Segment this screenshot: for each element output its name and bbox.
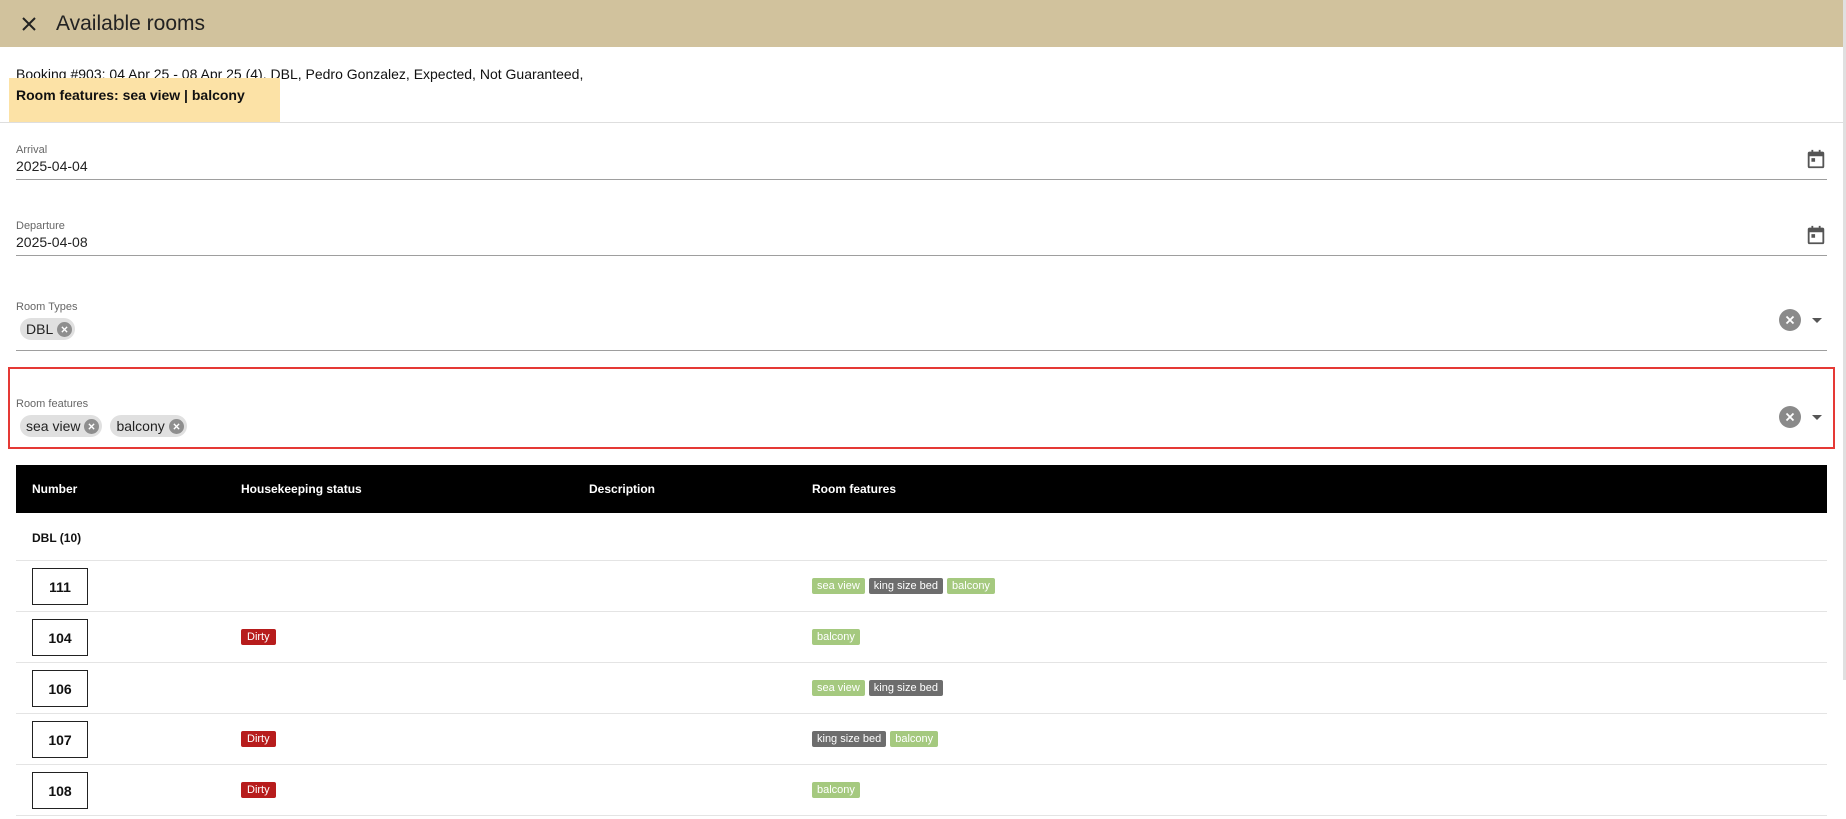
column-header[interactable]: Room features [812,482,896,496]
chip-dbl: DBL [20,318,76,340]
feature-tag: king size bed [868,578,944,594]
arrival-value: 2025-04-04 [16,158,88,174]
chip-balcony: balcony [110,415,187,437]
requested-features: Room features: sea view | balcony [16,87,245,103]
calendar-icon[interactable] [1805,148,1827,170]
column-header[interactable]: Description [589,482,655,496]
feature-tag: sea view [812,578,865,594]
feature-tag: balcony [890,731,939,747]
room-types-label: Room Types [16,301,78,313]
arrival-label: Arrival [16,144,48,156]
departure-field[interactable]: Departure 2025-04-08 [16,216,1827,256]
divider [0,122,1843,123]
room-features-select[interactable]: Room features sea view balcony [16,395,1827,448]
room-number-button[interactable]: 104 [32,619,88,656]
arrival-field[interactable]: Arrival 2025-04-04 [16,140,1827,180]
feature-tag: king size bed [868,680,944,696]
table-row[interactable]: 107 Dirty king size bed balcony [16,714,1827,765]
room-features-list: sea view king size bed balcony [812,578,995,594]
room-number-button[interactable]: 106 [32,670,88,707]
chip-remove-icon[interactable] [84,418,100,434]
feature-tag: balcony [812,782,860,798]
table-body: 111 sea view king size bed balcony 104 Dirty b… [16,561,1827,816]
room-features-label: Room features [16,398,89,410]
chip-sea-view: sea view [20,415,103,437]
departure-label: Departure [16,220,65,232]
close-button[interactable] [14,9,44,39]
room-types-select[interactable]: Room Types DBL [16,298,1827,351]
column-header[interactable]: Number [32,482,77,496]
room-number-button[interactable]: 107 [32,721,88,758]
table-header: Number Housekeeping status Description R… [16,465,1827,513]
room-number-button[interactable]: 108 [32,772,88,809]
feature-tag: sea view [812,680,865,696]
housekeeping-badge: Dirty [241,782,276,798]
chip-label: balcony [116,418,165,434]
feature-tag: balcony [947,578,995,594]
column-header[interactable]: Housekeeping status [241,482,362,496]
chip-label: sea view [26,418,81,434]
housekeeping-badge: Dirty [241,731,276,747]
housekeeping-badge: Dirty [241,629,276,645]
group-label: DBL (10) [32,531,82,545]
calendar-icon[interactable] [1805,224,1827,246]
clear-icon[interactable] [1779,309,1801,331]
clear-icon[interactable] [1779,406,1801,428]
feature-tag: king size bed [812,731,887,747]
chip-remove-icon[interactable] [168,418,184,434]
table-row[interactable]: 104 Dirty balcony [16,612,1827,663]
table-row[interactable]: 108 Dirty balcony [16,765,1827,816]
room-features-list: sea view king size bed [812,680,944,696]
room-types-chips: DBL [20,318,76,340]
room-features-list: balcony [812,782,860,798]
room-features-list: balcony [812,629,860,645]
chevron-down-icon[interactable] [1812,415,1822,420]
close-icon [22,16,36,31]
chip-label: DBL [26,321,54,337]
table-row[interactable]: 111 sea view king size bed balcony [16,561,1827,612]
chip-remove-icon[interactable] [57,321,73,337]
table-row[interactable]: 106 sea view king size bed [16,663,1827,714]
feature-tag: balcony [812,629,860,645]
page-title: Available rooms [56,11,206,35]
chevron-down-icon[interactable] [1812,318,1822,323]
dialog-header: Available rooms [0,0,1843,47]
rooms-table: Number Housekeeping status Description R… [16,465,1827,816]
room-features-list: king size bed balcony [812,731,939,747]
room-number-button[interactable]: 111 [32,568,88,605]
room-features-chips: sea view balcony [20,415,187,437]
group-row[interactable]: DBL (10) [16,513,1827,561]
departure-value: 2025-04-08 [16,234,88,250]
